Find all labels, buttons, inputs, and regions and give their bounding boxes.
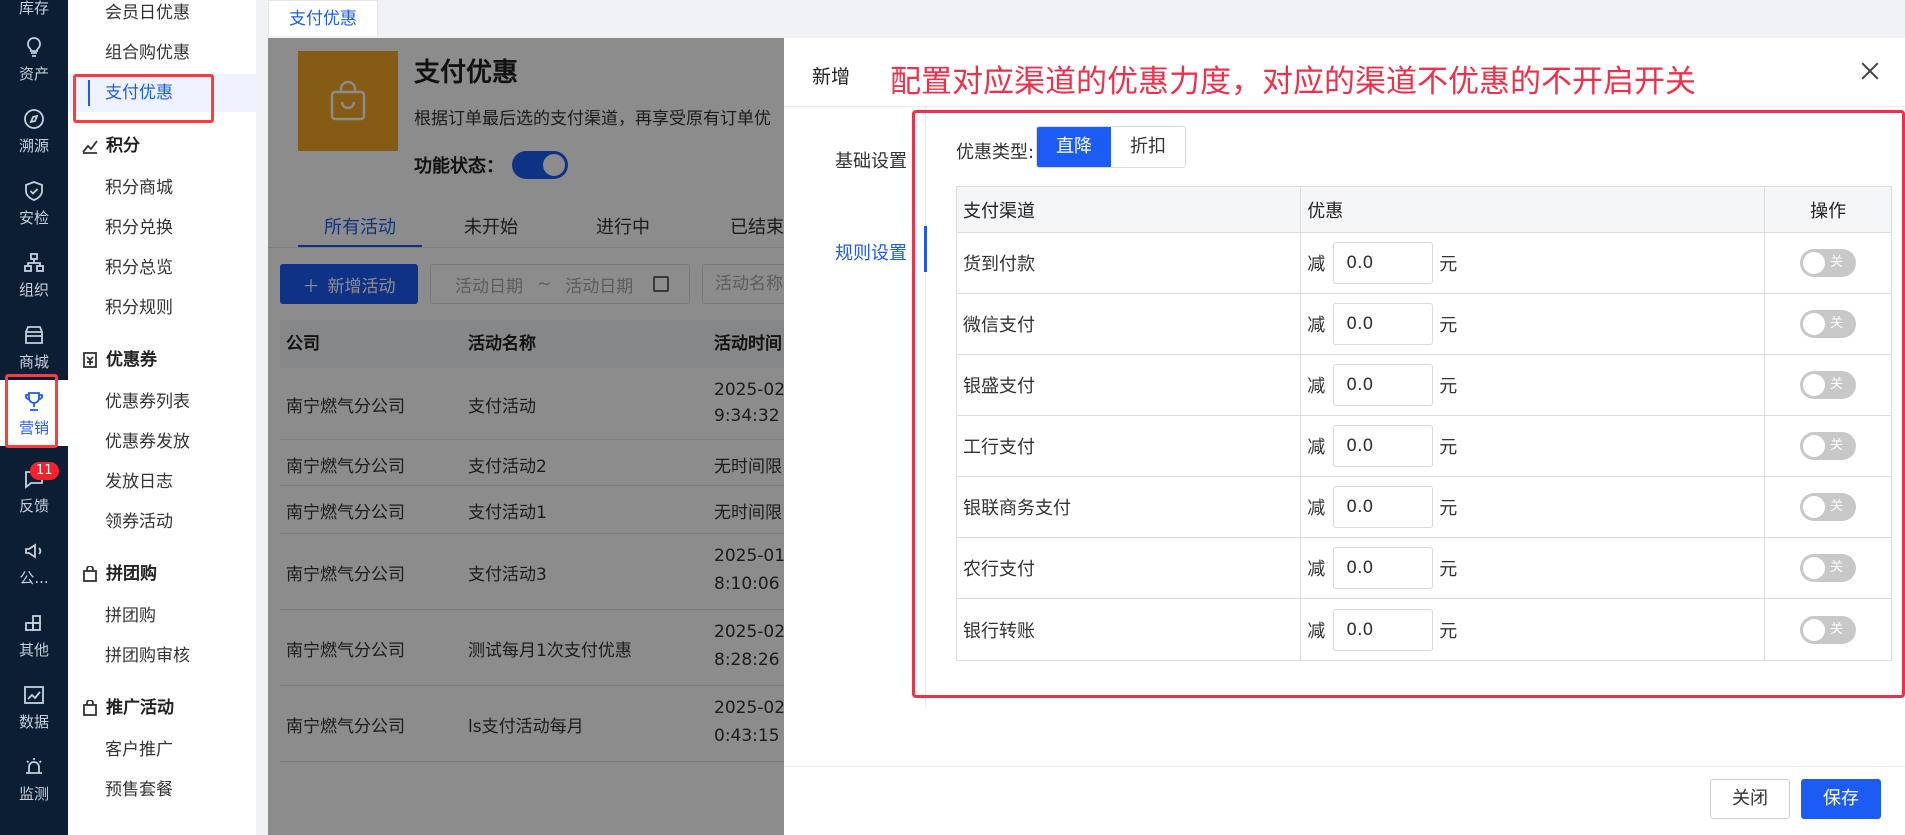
table-row: 银联商务支付 减 0.0 元 关	[957, 477, 1891, 538]
menu-item-points-overview[interactable]: 积分总览	[68, 249, 256, 287]
menu-item-combo[interactable]: 组合购优惠	[68, 34, 256, 72]
channel-toggle[interactable]: 关	[1800, 310, 1857, 338]
rail-item-data[interactable]: 数据	[0, 674, 68, 740]
discount-type-label: 优惠类型:	[956, 142, 1035, 163]
table-row: 银盛支付 减 0.0 元 关	[957, 355, 1891, 416]
menu-item-coupon-issue[interactable]: 优惠券发放	[68, 423, 256, 461]
page-tabbar: 支付优惠	[268, 0, 1905, 38]
rules-table: 支付渠道 优惠 操作 货到付款 减 0.0 元 关 微信支付 减 0.0 元 关 银盛支…	[956, 186, 1892, 661]
megaphone-icon	[25, 542, 42, 559]
rail-item-other[interactable]: 其他	[0, 602, 68, 668]
column-action: 操作	[1810, 200, 1847, 222]
page-tab-payment-discount[interactable]: 支付优惠	[268, 0, 378, 36]
save-button[interactable]: 保存	[1801, 779, 1881, 819]
drawer-title: 新增	[812, 66, 851, 88]
menu-item-points-exchange[interactable]: 积分兑换	[68, 209, 256, 247]
highlight-box-menu	[73, 74, 214, 123]
rail-item-trace[interactable]: 溯源	[0, 98, 68, 164]
notification-badge: 11	[30, 462, 59, 480]
highlight-box-rail	[5, 374, 58, 448]
rail-item-inventory[interactable]: 库存	[0, 0, 68, 26]
menu-item-coupon-activity[interactable]: 领券活动	[68, 503, 256, 541]
coupon-icon	[83, 352, 97, 368]
discount-amount-input[interactable]: 0.0	[1333, 364, 1434, 406]
channel-name: 银盛支付	[957, 355, 1302, 415]
nav-rule-settings[interactable]: 规则设置	[835, 239, 907, 265]
bag-icon	[83, 566, 97, 582]
nav-basic-settings[interactable]: 基础设置	[835, 147, 907, 173]
org-tree-icon	[24, 252, 44, 272]
close-icon[interactable]	[1857, 58, 1883, 84]
menu-item-presale-package[interactable]: 预售套餐	[68, 771, 256, 809]
rail-item-feedback[interactable]: 反馈 11	[0, 458, 68, 524]
apps-icon	[25, 614, 41, 631]
bag-icon	[83, 700, 97, 716]
column-channel: 支付渠道	[957, 187, 1302, 232]
discount-amount-input[interactable]: 0.0	[1333, 242, 1434, 284]
channel-toggle[interactable]: 关	[1800, 371, 1857, 399]
annotation-text: 配置对应渠道的优惠力度，对应的渠道不优惠的不开启开关	[890, 64, 1696, 100]
table-row: 工行支付 减 0.0 元 关	[957, 416, 1891, 477]
rail-item-announcement[interactable]: 公...	[0, 530, 68, 596]
drawer-header-divider	[784, 106, 1905, 107]
discount-amount-input[interactable]: 0.0	[1333, 425, 1434, 467]
close-button[interactable]: 关闭	[1710, 779, 1790, 819]
table-row: 货到付款 减 0.0 元 关	[957, 233, 1891, 294]
compass-icon	[24, 108, 44, 129]
column-discount: 优惠	[1301, 187, 1766, 232]
menu-group-promotion[interactable]: 推广活动	[68, 690, 256, 726]
rules-table-header: 支付渠道 优惠 操作	[957, 187, 1891, 233]
sub-menu: 会员日优惠 组合购优惠 支付优惠 积分 积分商城 积分兑换 积分总览 积分规则 …	[68, 0, 256, 835]
trend-icon	[82, 140, 98, 154]
rail-item-organization[interactable]: 组织	[0, 242, 68, 308]
channel-name: 银行转账	[957, 599, 1302, 660]
table-row: 农行支付 减 0.0 元 关	[957, 538, 1891, 599]
menu-item-customer-promotion[interactable]: 客户推广	[68, 731, 256, 769]
add-drawer: 新增 配置对应渠道的优惠力度，对应的渠道不优惠的不开启开关 基础设置 规则设置 …	[784, 38, 1905, 835]
menu-item-group-buy[interactable]: 拼团购	[68, 597, 256, 635]
alarm-icon	[26, 757, 42, 774]
menu-item-points-rules[interactable]: 积分规则	[68, 289, 256, 327]
channel-toggle[interactable]: 关	[1800, 554, 1857, 582]
shield-check-icon	[25, 180, 43, 201]
drawer-footer-divider	[784, 766, 1905, 767]
rail-item-inspection[interactable]: 安检	[0, 170, 68, 236]
menu-group-coupons[interactable]: 优惠券	[68, 342, 256, 378]
discount-amount-input[interactable]: 0.0	[1333, 486, 1434, 528]
rail-item-monitor[interactable]: 监测	[0, 746, 68, 812]
menu-item-group-buy-review[interactable]: 拼团购审核	[68, 637, 256, 675]
menu-item-member-day[interactable]: 会员日优惠	[68, 0, 256, 32]
rail-item-assets[interactable]: 资产	[0, 26, 68, 92]
table-row: 银行转账 减 0.0 元 关	[957, 599, 1891, 660]
store-icon	[25, 325, 43, 344]
menu-item-coupon-list[interactable]: 优惠券列表	[68, 383, 256, 421]
menu-item-points-mall[interactable]: 积分商城	[68, 169, 256, 207]
chart-icon	[24, 685, 44, 704]
menu-group-points[interactable]: 积分	[68, 128, 256, 164]
discount-type-percent[interactable]: 折扣	[1111, 127, 1185, 167]
channel-name: 微信支付	[957, 294, 1302, 354]
discount-amount-input[interactable]: 0.0	[1333, 303, 1434, 345]
menu-group-group-buy[interactable]: 拼团购	[68, 556, 256, 592]
table-row: 微信支付 减 0.0 元 关	[957, 294, 1891, 355]
drawer-side-nav: 基础设置 规则设置	[784, 107, 927, 707]
channel-toggle[interactable]: 关	[1800, 615, 1857, 644]
bulb-icon	[27, 36, 41, 57]
discount-type-selector: 直降 折扣	[1036, 126, 1186, 168]
channel-name: 农行支付	[957, 538, 1302, 598]
discount-amount-input[interactable]: 0.0	[1333, 608, 1434, 651]
channel-name: 工行支付	[957, 416, 1302, 476]
discount-amount-input[interactable]: 0.0	[1333, 547, 1434, 589]
menu-item-issue-log[interactable]: 发放日志	[68, 463, 256, 501]
channel-toggle[interactable]: 关	[1800, 493, 1857, 521]
icon-rail: 库存 资产 溯源 安检 组织 商城 营销 反馈 11 公... 其他 数据 监测	[0, 0, 68, 835]
channel-toggle[interactable]: 关	[1800, 432, 1857, 460]
rail-item-mall[interactable]: 商城	[0, 314, 68, 380]
discount-type-direct[interactable]: 直降	[1037, 127, 1111, 167]
channel-name: 银联商务支付	[957, 477, 1302, 537]
channel-toggle[interactable]: 关	[1800, 249, 1857, 277]
channel-name: 货到付款	[957, 233, 1302, 293]
